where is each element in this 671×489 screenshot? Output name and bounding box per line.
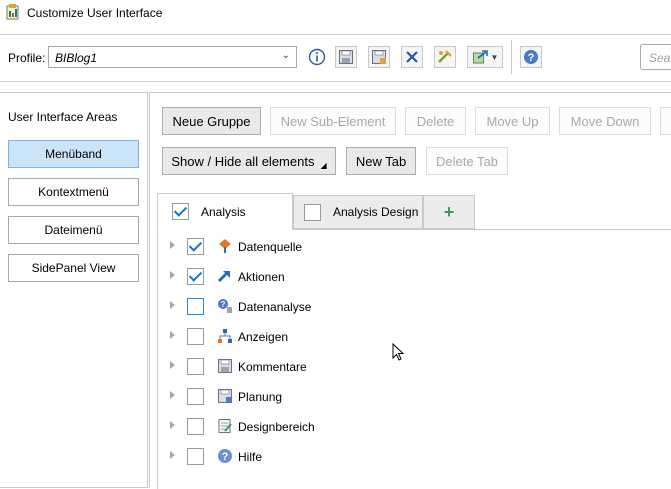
more-actions-button[interactable] xyxy=(660,107,671,135)
expand-arrow-icon[interactable] xyxy=(170,391,175,399)
tree-row[interactable]: ? Hilfe xyxy=(160,445,560,469)
tree-row[interactable]: ? Datenanalyse xyxy=(160,295,560,319)
expand-arrow-icon[interactable] xyxy=(170,451,175,459)
area-sidepanel-view-button[interactable]: SidePanel View xyxy=(8,254,139,282)
import-icon xyxy=(438,50,452,63)
help-button[interactable]: ? xyxy=(520,46,542,68)
expand-arrow-icon[interactable] xyxy=(170,241,175,249)
row-checkbox[interactable] xyxy=(187,418,204,435)
row-checkbox[interactable] xyxy=(187,238,204,255)
export-dropdown-button[interactable]: ▼ xyxy=(467,46,503,68)
search-placeholder: Sear xyxy=(649,51,671,65)
row-label: Anzeigen xyxy=(238,330,289,344)
delete-x-icon xyxy=(406,51,418,63)
row-checkbox[interactable] xyxy=(187,358,204,375)
svg-text:?: ? xyxy=(528,52,535,64)
save-icon xyxy=(339,50,353,64)
tab-analysis-label: Analysis xyxy=(201,204,246,219)
expand-arrow-icon[interactable] xyxy=(170,361,175,369)
move-up-button[interactable]: Move Up xyxy=(475,107,550,135)
chevron-down-icon: ▼ xyxy=(490,52,499,62)
move-down-button[interactable]: Move Down xyxy=(559,107,651,135)
show-hide-all-button[interactable]: Show / Hide all elements ◢ xyxy=(162,147,336,175)
svg-text:?: ? xyxy=(221,300,226,309)
design-area-icon xyxy=(218,419,232,433)
tree-row[interactable]: Designbereich xyxy=(160,415,560,439)
export-dropdown-icon xyxy=(472,50,488,64)
comments-icon xyxy=(218,359,232,373)
tab-analysis-design-checkbox[interactable] xyxy=(304,203,321,221)
profile-label: Profile: xyxy=(8,51,46,65)
tree-row[interactable]: Anzeigen xyxy=(160,325,560,349)
expand-arrow-icon[interactable] xyxy=(170,301,175,309)
row-label: Kommentare xyxy=(238,360,307,374)
planning-icon xyxy=(218,389,232,403)
delete-button[interactable] xyxy=(401,46,423,68)
save-as-button[interactable] xyxy=(368,46,390,68)
delete-element-button[interactable]: Delete xyxy=(405,107,466,135)
actions-icon xyxy=(217,271,230,283)
expand-arrow-icon[interactable] xyxy=(170,331,175,339)
info-button[interactable] xyxy=(306,46,328,68)
chevron-down-icon: ⌄ xyxy=(281,50,290,61)
tree-row[interactable]: Planung xyxy=(160,385,560,409)
row-label: Datenquelle xyxy=(238,240,303,254)
area-menuband-button[interactable]: Menüband xyxy=(8,140,139,168)
row-checkbox[interactable] xyxy=(187,448,204,465)
svg-text:?: ? xyxy=(222,451,229,463)
datasource-icon xyxy=(219,239,231,253)
plus-icon: + xyxy=(443,201,455,222)
row-checkbox[interactable] xyxy=(187,298,204,315)
import-button[interactable] xyxy=(434,46,456,68)
row-label: Planung xyxy=(238,390,283,404)
data-analysis-icon: ? xyxy=(218,299,232,313)
row-label: Hilfe xyxy=(238,450,263,464)
row-checkbox[interactable] xyxy=(187,268,204,285)
app-icon xyxy=(6,4,19,20)
row-checkbox[interactable] xyxy=(187,388,204,405)
new-tab-button[interactable]: New Tab xyxy=(346,147,416,175)
tab-analysis[interactable]: Analysis xyxy=(157,193,293,230)
toolbar-separator xyxy=(511,40,512,74)
new-sub-element-button[interactable]: New Sub-Element xyxy=(270,107,396,135)
tab-analysis-checkbox[interactable] xyxy=(172,203,189,220)
area-dateimenu-button[interactable]: Dateimenü xyxy=(8,216,139,244)
expand-arrow-icon[interactable] xyxy=(170,271,175,279)
expand-arrow-icon[interactable] xyxy=(170,421,175,429)
save-button[interactable] xyxy=(335,46,357,68)
area-kontextmenu-button[interactable]: Kontextmenü xyxy=(8,178,139,206)
help-icon: ? xyxy=(218,449,232,463)
tab-analysis-design-label: Analysis Design xyxy=(333,205,419,219)
profile-select[interactable]: BIBlog1 ⌄ xyxy=(48,46,297,68)
profile-value: BIBlog1 xyxy=(55,51,98,65)
window-title: Customize User Interface xyxy=(27,6,163,20)
row-checkbox[interactable] xyxy=(187,328,204,345)
ui-areas-title: User Interface Areas xyxy=(8,110,118,124)
title-bar: Customize User Interface xyxy=(0,0,671,26)
neue-gruppe-button[interactable]: Neue Gruppe xyxy=(162,107,261,135)
delete-tab-button[interactable]: Delete Tab xyxy=(426,147,508,175)
tree-row[interactable]: Aktionen xyxy=(160,265,560,289)
mouse-cursor-icon xyxy=(392,343,404,361)
info-icon xyxy=(308,48,326,66)
row-label: Designbereich xyxy=(238,420,315,434)
add-tab-button[interactable]: + xyxy=(423,195,475,229)
dropdown-corner-icon: ◢ xyxy=(320,160,327,170)
help-icon: ? xyxy=(524,50,538,64)
tab-analysis-design[interactable]: Analysis Design xyxy=(293,195,423,229)
save-as-icon xyxy=(372,50,386,64)
row-label: Aktionen xyxy=(238,270,285,284)
display-icon xyxy=(218,329,232,343)
tree-row[interactable]: Datenquelle xyxy=(160,235,560,259)
search-input[interactable]: Sear xyxy=(640,44,671,70)
tree-row[interactable]: Kommentare xyxy=(160,355,560,379)
row-label: Datenanalyse xyxy=(238,300,312,314)
show-hide-all-label: Show / Hide all elements xyxy=(171,153,315,169)
